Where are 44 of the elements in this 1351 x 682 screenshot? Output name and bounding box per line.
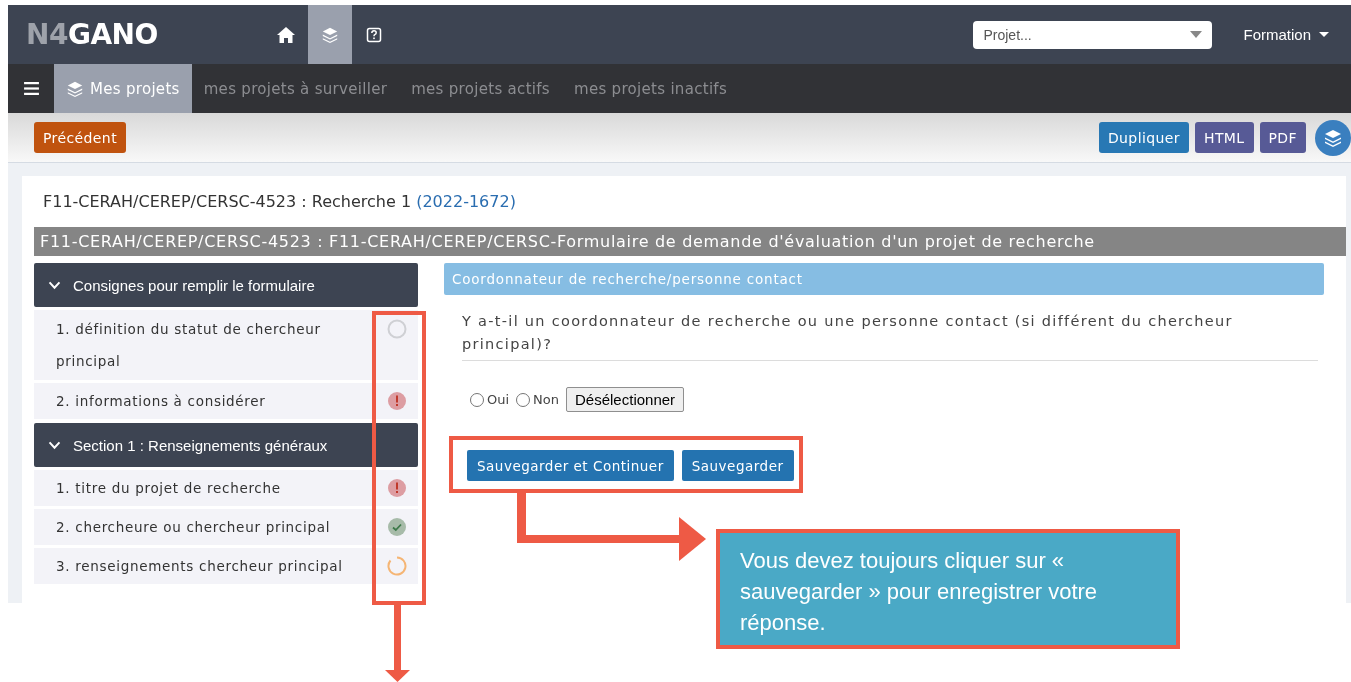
radio-button[interactable]	[516, 392, 531, 407]
save-button[interactable]: Sauvegarder et Continuer	[467, 450, 674, 481]
previous-button[interactable]: Précédent	[34, 122, 127, 153]
partial-status-icon	[387, 556, 407, 576]
section-header[interactable]: Consignes pour remplir le formulaire	[34, 263, 418, 307]
user-menu[interactable]: Formation	[1243, 26, 1329, 43]
save-button[interactable]: Sauvegarder	[681, 450, 794, 481]
form-title: F11-CERAH/CEREP/CERSC-4523 : F11-CERAH/CEREP/CERSC-Formulaire de demande d'évaluation d'un projet de recherche	[34, 227, 1346, 256]
warning-status-icon	[387, 391, 407, 411]
deselect-button[interactable]: Désélectionner	[566, 387, 685, 412]
layers-icon	[1323, 127, 1343, 148]
tab[interactable]: mes projets actifs	[399, 64, 562, 113]
chevron-down-icon	[48, 440, 61, 450]
layers-button[interactable]	[1315, 119, 1351, 156]
home-icon	[276, 25, 296, 44]
project-link[interactable]: (2022-1672)	[416, 192, 516, 211]
question-text: Y a-t-il un coordonnateur de recherche ou une personne contact (si différent du chercheur principal)?	[462, 310, 1318, 361]
action-button[interactable]: PDF	[1259, 122, 1306, 153]
sidebar-item[interactable]: 2. chercheure ou chercheur principal	[34, 509, 418, 545]
layers-icon	[321, 25, 339, 44]
radio-label: Oui	[487, 392, 510, 407]
warning-status-icon	[387, 478, 407, 498]
sidebar-item[interactable]: 1. titre du projet de recherche	[34, 470, 418, 506]
section-header[interactable]: Section 1 : Renseignements généraux	[34, 423, 418, 467]
question-group-header: Coordonnateur de recherche/personne contact	[444, 263, 1324, 295]
layers-icon	[66, 79, 84, 98]
sidebar-item[interactable]: 2. informations à considérer	[34, 383, 418, 419]
help-icon	[366, 26, 382, 43]
callout-note: Vous devez toujours cliquer sur « sauvegarder » pour enregistrer votre réponse.	[716, 529, 1180, 649]
sidebar-item[interactable]: 1. définition du statut de chercheur principal	[34, 310, 418, 380]
empty-status-icon	[387, 319, 407, 339]
project-select[interactable]: Projet...	[973, 20, 1213, 49]
radio-label: Non	[533, 392, 559, 407]
menu-icon[interactable]	[23, 82, 39, 95]
chevron-down-icon	[48, 280, 61, 290]
radio-button[interactable]	[470, 392, 484, 407]
action-button[interactable]: HTML	[1194, 122, 1254, 153]
tab[interactable]: mes projets inactifs	[562, 64, 740, 113]
logo: N4GANO	[26, 18, 159, 51]
action-button[interactable]: Dupliquer	[1098, 122, 1189, 153]
check-status-icon	[387, 517, 407, 537]
sidebar-item[interactable]: 3. renseignements chercheur principal	[34, 548, 418, 584]
project-title: F11-CERAH/CEREP/CERSC-4523 : Recherche 1	[43, 192, 412, 211]
tab[interactable]: mes projets à surveiller	[191, 64, 400, 113]
